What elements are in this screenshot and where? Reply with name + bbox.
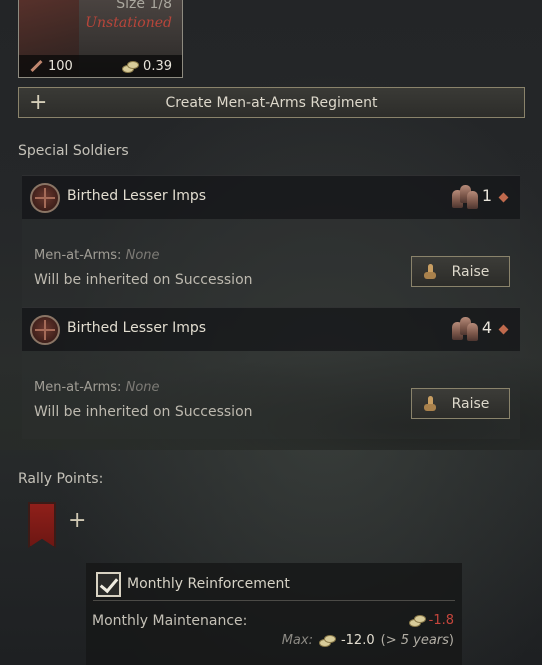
special-soldier-body: Men-at-Arms: None Will be inherited on S… xyxy=(22,219,520,307)
soldiers-icon xyxy=(452,317,478,341)
special-soldier-body: Men-at-Arms: None Will be inherited on S… xyxy=(22,351,520,439)
raise-hand-icon xyxy=(424,264,438,280)
max-value: -12.0 xyxy=(340,633,375,648)
shield-round-icon xyxy=(30,183,60,213)
raise-button[interactable]: Raise xyxy=(411,256,510,287)
inheritance-text: Will be inherited on Succession xyxy=(34,404,253,420)
gold-coins-icon xyxy=(408,615,426,627)
raise-label: Raise xyxy=(451,263,490,280)
duration-text: (> 5 years) xyxy=(380,633,454,648)
soldier-count: 4 xyxy=(481,318,492,337)
gold-coins-icon xyxy=(122,60,140,73)
rally-points-title: Rally Points: xyxy=(18,471,104,487)
sword-icon xyxy=(29,59,43,73)
plus-icon: + xyxy=(29,90,48,115)
maintenance-amount: -1.8 xyxy=(428,613,454,628)
add-rally-point-button[interactable]: + xyxy=(68,510,86,532)
regiment-card[interactable]: Size 1/8 Unstationed 100 0.39 xyxy=(18,0,183,78)
raise-hand-icon xyxy=(424,396,438,412)
regiment-status: Unstationed xyxy=(85,15,172,31)
men-at-arms-value: None xyxy=(125,380,160,395)
soldier-name: Birthed Lesser Imps xyxy=(67,188,207,204)
inheritance-text: Will be inherited on Succession xyxy=(34,272,253,288)
soldiers-icon xyxy=(452,185,478,209)
damage-stat: 100 xyxy=(29,59,73,74)
max-label: Max: xyxy=(281,633,313,648)
regiment-stats-bar: 100 0.39 xyxy=(19,55,182,77)
monthly-reinforcement-checkbox[interactable] xyxy=(96,572,121,597)
max-cost-row: Max: -12.0 (> 5 years) xyxy=(282,633,454,648)
create-regiment-button[interactable]: + Create Men-at-Arms Regiment xyxy=(18,87,525,118)
monthly-reinforcement-label[interactable]: Monthly Reinforcement xyxy=(127,576,290,592)
special-soldiers-title: Special Soldiers xyxy=(18,143,129,159)
men-at-arms-value: None xyxy=(125,248,160,263)
diamond-icon xyxy=(498,192,509,203)
raise-label: Raise xyxy=(451,395,490,412)
special-soldier-header[interactable]: Birthed Lesser Imps 4 xyxy=(22,307,520,351)
cost-stat: 0.39 xyxy=(122,59,172,74)
men-at-arms-label: Men-at-Arms: xyxy=(34,380,122,395)
regiment-size: Size 1/8 xyxy=(116,0,172,12)
gold-coins-icon xyxy=(318,635,336,647)
soldier-name: Birthed Lesser Imps xyxy=(67,320,207,336)
cost-value: 0.39 xyxy=(143,58,172,74)
soldier-count: 1 xyxy=(481,186,492,205)
raise-button[interactable]: Raise xyxy=(411,388,510,419)
reinforcement-panel: Monthly Reinforcement Monthly Maintenanc… xyxy=(86,563,462,665)
create-regiment-label: Create Men-at-Arms Regiment xyxy=(165,94,378,111)
special-soldier-header[interactable]: Birthed Lesser Imps 1 xyxy=(22,175,520,219)
men-at-arms-line: Men-at-Arms: None xyxy=(34,248,160,263)
diamond-icon xyxy=(498,324,509,335)
maintenance-value: -1.8 xyxy=(408,613,454,628)
men-at-arms-label: Men-at-Arms: xyxy=(34,248,122,263)
damage-value: 100 xyxy=(48,58,73,74)
men-at-arms-line: Men-at-Arms: None xyxy=(34,380,160,395)
shield-round-icon xyxy=(30,315,60,345)
reinforcement-header: Monthly Reinforcement xyxy=(93,569,455,601)
maintenance-label: Monthly Maintenance: xyxy=(92,613,248,629)
